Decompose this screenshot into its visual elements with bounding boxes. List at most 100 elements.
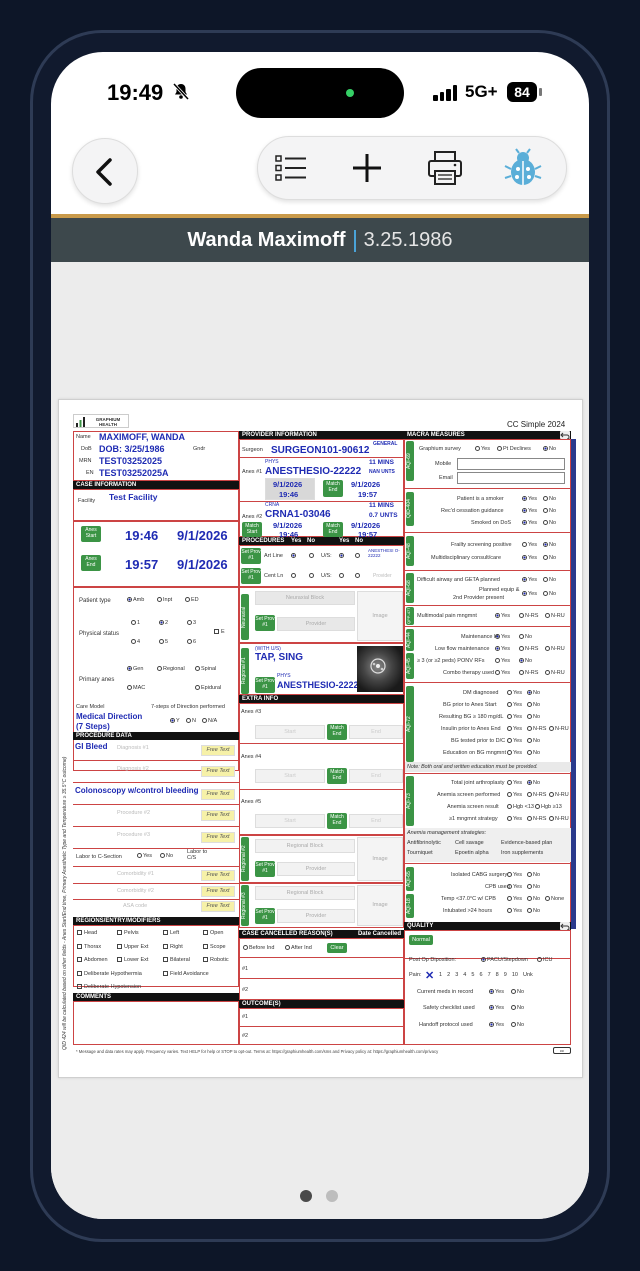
anes1-value[interactable]: ANESTHESIO-22222: [265, 466, 361, 477]
page-dot-inactive[interactable]: [326, 1190, 338, 1202]
anes-end-button[interactable]: Anes End: [81, 555, 101, 571]
diagnosis-1-value[interactable]: GI Bleed: [75, 742, 107, 751]
anemia-screen-yes[interactable]: Yes: [507, 792, 522, 798]
regional-1-set-prov-button[interactable]: Set Prov #1: [255, 677, 275, 693]
free-text-button-5[interactable]: Free Text: [201, 832, 235, 843]
cabg-no[interactable]: No: [527, 872, 540, 878]
art-line-us-yes[interactable]: [339, 553, 345, 559]
low-flow-nrs[interactable]: N-RS: [519, 646, 538, 652]
region-thorax[interactable]: Thorax: [77, 944, 101, 950]
regional-3-image-field[interactable]: Image: [357, 885, 403, 926]
smoked-dos-no[interactable]: No: [543, 520, 556, 526]
icu-option[interactable]: ICU: [537, 957, 552, 963]
macra-undo-button[interactable]: [560, 431, 570, 440]
rec-cessation-yes[interactable]: Yes: [522, 508, 537, 514]
region-upper-ext[interactable]: Upper Ext: [117, 944, 148, 950]
anes2-match-start-button[interactable]: Match Start: [242, 522, 262, 537]
direction-na[interactable]: N/A: [202, 718, 217, 724]
cent-ln-us-yes[interactable]: [339, 573, 345, 579]
neuraxial-provider-field[interactable]: Provider: [277, 617, 355, 631]
region-right[interactable]: Right: [163, 944, 183, 950]
multimodal-nru[interactable]: N-RU: [545, 613, 565, 619]
procedure-1-value[interactable]: Colonoscopy w/control bleeding: [75, 786, 199, 795]
patient-type-ed[interactable]: ED: [185, 597, 199, 603]
neuraxial-image-field[interactable]: Image: [357, 591, 403, 641]
total-joint-yes[interactable]: Yes: [507, 780, 522, 786]
insulin-nrs[interactable]: N-RS: [527, 726, 546, 732]
smoker-yes[interactable]: Yes: [522, 496, 537, 502]
cent-ln-us-no[interactable]: [355, 573, 361, 579]
regional-3-set-prov-button[interactable]: Set Prov #1: [255, 908, 275, 924]
direction-n[interactable]: N: [186, 718, 196, 724]
handoff-no[interactable]: No: [511, 1022, 524, 1028]
labor-no[interactable]: No: [160, 853, 173, 859]
procedures-set-prov-button-1[interactable]: Set Prov #1: [241, 548, 261, 564]
resulting-bg-yes[interactable]: Yes: [507, 714, 522, 720]
facility-value[interactable]: Test Facility: [109, 492, 158, 502]
handoff-yes[interactable]: Yes: [489, 1022, 504, 1028]
insulin-nru[interactable]: N-RU: [549, 726, 569, 732]
anes-end-time[interactable]: 19:57: [125, 557, 158, 572]
deliberate-hypothermia[interactable]: Deliberate Hypothermia: [77, 971, 142, 977]
regional-1-block[interactable]: TAP, SING: [255, 652, 303, 663]
direction-y[interactable]: Y: [170, 718, 180, 724]
regional-2-block-field[interactable]: Regional Block: [255, 839, 355, 853]
intubated-no[interactable]: No: [527, 908, 540, 914]
education-bg-yes[interactable]: Yes: [507, 750, 522, 756]
planned-equip-yes[interactable]: Yes: [522, 591, 537, 597]
combo-therapy-nrs[interactable]: N-RS: [519, 670, 538, 676]
labor-yes[interactable]: Yes: [137, 853, 152, 859]
multimodal-nrs[interactable]: N-RS: [519, 613, 538, 619]
dm-yes[interactable]: Yes: [507, 690, 522, 696]
regional-2-provider-field[interactable]: Provider: [277, 862, 355, 876]
total-joint-no[interactable]: No: [527, 780, 540, 786]
regional-1-provider[interactable]: ANESTHESIO-22222: [277, 680, 364, 690]
difficult-airway-yes[interactable]: Yes: [522, 577, 537, 583]
regional-2-image-field[interactable]: Image: [357, 837, 403, 881]
mobile-input[interactable]: [457, 458, 565, 470]
mngmnt-nrs[interactable]: N-RS: [527, 816, 546, 822]
ps-4[interactable]: 4: [131, 639, 140, 645]
region-lower-ext[interactable]: Lower Ext: [117, 957, 148, 963]
clear-button[interactable]: Clear: [327, 943, 347, 953]
anes-start-button[interactable]: Anes Start: [81, 526, 101, 542]
art-line-us-no[interactable]: [355, 553, 361, 559]
free-text-button-1[interactable]: Free Text: [201, 745, 235, 756]
cpb-no[interactable]: No: [527, 884, 540, 890]
dm-no[interactable]: No: [527, 690, 540, 696]
pacu-option[interactable]: PACU/Stepdown: [481, 957, 528, 963]
current-meds-no[interactable]: No: [511, 989, 524, 995]
neuraxial-set-prov-button[interactable]: Set Prov #1: [255, 615, 275, 631]
bug-report-button[interactable]: [498, 143, 548, 193]
regional-2-set-prov-button[interactable]: Set Prov #1: [255, 861, 275, 877]
back-button[interactable]: [72, 138, 138, 204]
anemia-screen-nrs[interactable]: N-RS: [527, 792, 546, 798]
regional-3-provider-field[interactable]: Provider: [277, 909, 355, 923]
free-text-button-2[interactable]: Free Text: [201, 766, 235, 777]
education-bg-no[interactable]: No: [527, 750, 540, 756]
resulting-bg-no[interactable]: No: [527, 714, 540, 720]
free-text-button-8[interactable]: Free Text: [201, 901, 235, 912]
ultrasound-image[interactable]: [357, 646, 403, 692]
ps-2[interactable]: 2: [159, 620, 168, 626]
anes2-value[interactable]: CRNA1-03046: [265, 509, 331, 520]
anes4-match-end-button[interactable]: Match End: [327, 768, 347, 784]
anes5-match-end-button[interactable]: Match End: [327, 813, 347, 829]
checklist-button[interactable]: [266, 143, 316, 193]
ponv-no[interactable]: No: [519, 658, 532, 664]
quality-undo-button[interactable]: [560, 922, 570, 931]
bg-prior-no[interactable]: No: [527, 702, 540, 708]
anes5-start-field[interactable]: Start: [255, 814, 325, 828]
free-text-button-7[interactable]: Free Text: [201, 886, 235, 897]
procedures-set-prov-button-2[interactable]: Set Prov #1: [241, 568, 261, 584]
ps-5[interactable]: 5: [159, 639, 168, 645]
anes3-match-end-button[interactable]: Match End: [327, 724, 347, 740]
ps-e[interactable]: E: [214, 629, 225, 635]
maintenance-ia-no[interactable]: No: [519, 634, 532, 640]
bg-tested-no[interactable]: No: [527, 738, 540, 744]
normal-button[interactable]: Normal: [409, 935, 433, 945]
anes-end-date[interactable]: 9/1/2026: [177, 557, 228, 572]
anes-start-date[interactable]: 9/1/2026: [177, 528, 228, 543]
anes3-end-field[interactable]: End: [349, 725, 403, 739]
intubated-yes[interactable]: Yes: [507, 908, 522, 914]
